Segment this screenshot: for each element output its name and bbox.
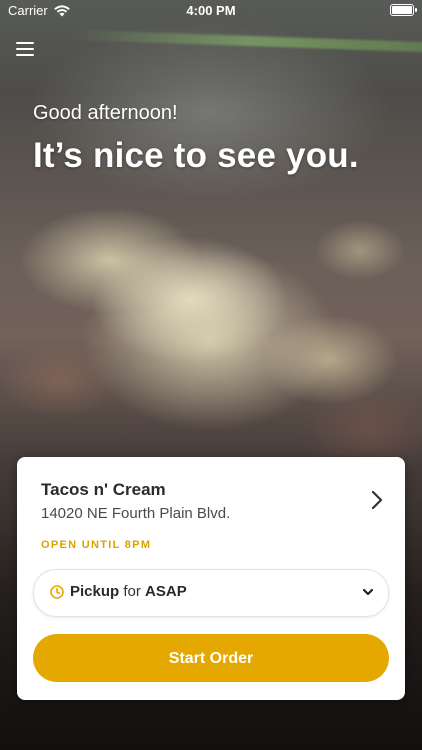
chevron-down-icon[interactable] — [362, 587, 374, 597]
store-hours-status: OPEN UNTIL 8PM — [41, 539, 152, 551]
store-address[interactable]: 14020 NE Fourth Plain Blvd. — [41, 505, 230, 522]
battery-icon — [390, 4, 417, 16]
status-right — [390, 4, 417, 16]
pickup-summary: Pickup for ASAP — [70, 583, 187, 600]
background-garnish — [69, 29, 422, 53]
welcome-headline: It’s nice to see you. — [33, 136, 359, 175]
store-name[interactable]: Tacos n' Cream — [41, 480, 166, 500]
order-time: ASAP — [145, 583, 187, 600]
status-time: 4:00 PM — [186, 3, 236, 18]
hamburger-menu-icon[interactable] — [16, 40, 38, 58]
chevron-right-icon[interactable] — [369, 488, 385, 512]
order-connector: for — [123, 583, 141, 600]
order-mode: Pickup — [70, 583, 120, 600]
store-card: Tacos n' Cream 14020 NE Fourth Plain Blv… — [17, 457, 405, 700]
clock-icon — [50, 585, 64, 599]
start-order-button[interactable]: Start Order — [33, 634, 389, 682]
pickup-time-selector[interactable]: Pickup for ASAP — [33, 569, 389, 617]
greeting-text: Good afternoon! — [33, 102, 178, 124]
status-bar: Carrier 4:00 PM — [0, 0, 422, 22]
